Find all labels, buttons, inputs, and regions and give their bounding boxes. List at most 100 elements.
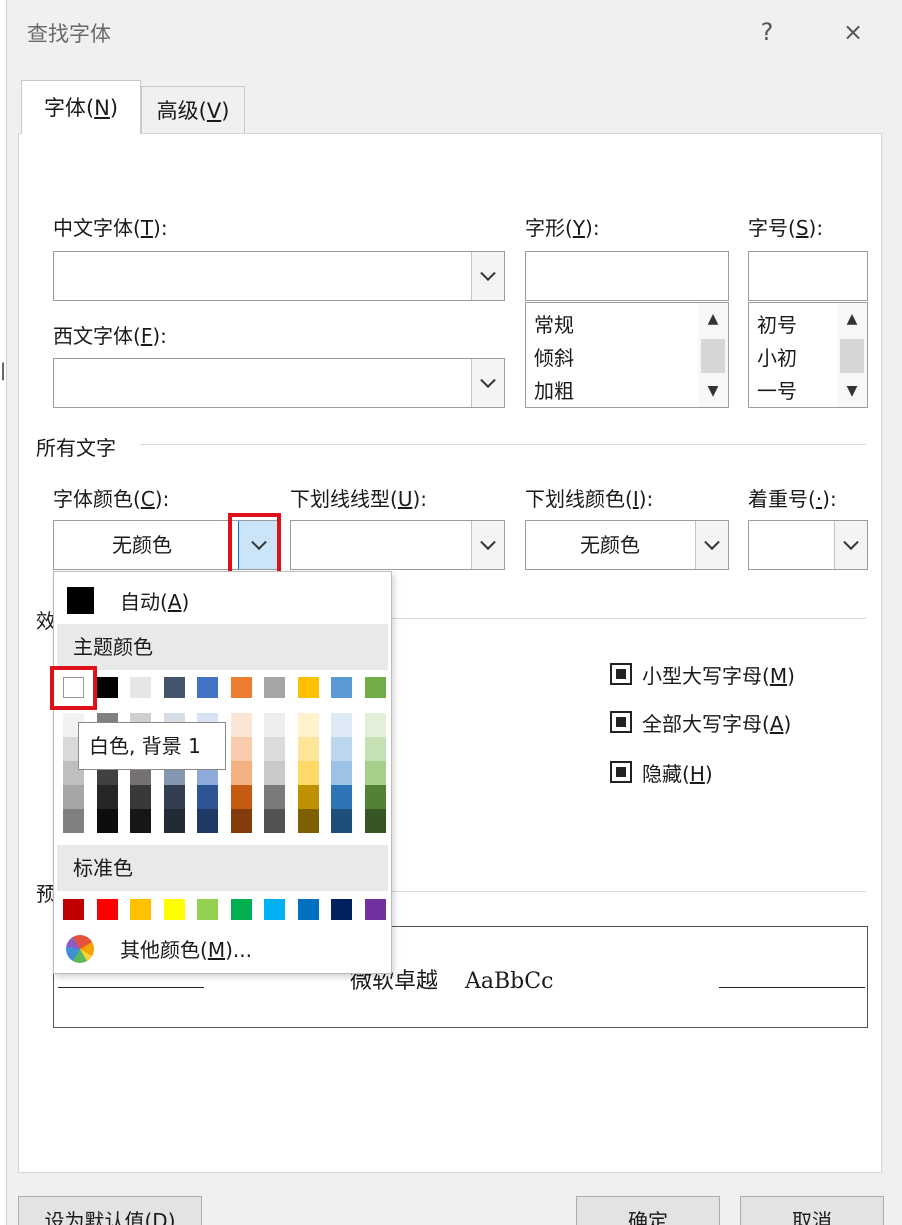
highlight-box <box>228 513 281 577</box>
help-button[interactable]: ? <box>747 12 787 52</box>
chevron-down-icon[interactable] <box>471 359 504 407</box>
theme-shade-swatch[interactable] <box>130 809 151 833</box>
theme-shade-swatch[interactable] <box>264 761 285 785</box>
theme-shade-swatch[interactable] <box>331 785 352 809</box>
scrollbar[interactable]: ▲ ▼ <box>698 303 728 407</box>
theme-shade-swatch[interactable] <box>230 809 252 833</box>
small-caps-checkbox[interactable] <box>610 663 632 685</box>
theme-color-swatch[interactable] <box>130 677 151 698</box>
theme-color-swatch[interactable] <box>264 677 285 698</box>
theme-shade-swatch[interactable] <box>197 809 218 833</box>
standard-color-swatch[interactable] <box>230 899 252 920</box>
scroll-up-icon[interactable]: ▲ <box>698 303 728 335</box>
standard-color-swatch[interactable] <box>163 899 185 920</box>
more-colors-option[interactable]: 其他颜色(M)... <box>120 934 252 963</box>
theme-shade-swatch[interactable] <box>364 737 386 761</box>
tab-font[interactable]: 字体(N) <box>21 80 141 134</box>
list-item[interactable]: 初号 <box>757 309 797 338</box>
cancel-button[interactable]: 取消 <box>740 1196 884 1225</box>
emphasis-mark-combo[interactable] <box>748 520 868 570</box>
chevron-down-icon[interactable] <box>471 521 504 569</box>
chinese-font-combo[interactable] <box>53 251 505 301</box>
scroll-up-icon[interactable]: ▲ <box>837 303 867 335</box>
theme-shade-swatch[interactable] <box>96 785 118 809</box>
list-item[interactable]: 加粗 <box>534 375 574 404</box>
theme-shade-swatch[interactable] <box>297 713 319 737</box>
theme-shade-swatch[interactable] <box>331 737 352 761</box>
theme-shade-swatch[interactable] <box>63 785 84 809</box>
theme-shade-swatch[interactable] <box>230 713 252 737</box>
theme-shade-swatch[interactable] <box>297 809 319 833</box>
theme-shade-swatch[interactable] <box>297 761 319 785</box>
theme-shade-swatch[interactable] <box>264 737 285 761</box>
theme-color-swatch[interactable] <box>297 677 319 698</box>
tab-font-label: 字体 <box>43 96 86 120</box>
font-size-input[interactable] <box>748 251 868 301</box>
standard-color-swatch[interactable] <box>96 899 118 920</box>
list-item[interactable]: 小初 <box>757 342 797 371</box>
standard-color-swatch[interactable] <box>331 899 352 920</box>
standard-color-swatch[interactable] <box>364 899 386 920</box>
font-style-input[interactable] <box>525 251 729 301</box>
theme-shade-swatch[interactable] <box>230 785 252 809</box>
theme-shade-swatch[interactable] <box>230 737 252 761</box>
scroll-thumb[interactable] <box>840 339 864 373</box>
theme-color-swatch[interactable] <box>197 677 218 698</box>
scroll-thumb[interactable] <box>701 339 725 373</box>
theme-color-swatch[interactable] <box>163 677 185 698</box>
chevron-down-icon[interactable] <box>834 521 867 569</box>
theme-shade-swatch[interactable] <box>297 785 319 809</box>
theme-shade-swatch[interactable] <box>63 809 84 833</box>
theme-shade-swatch[interactable] <box>264 785 285 809</box>
theme-shade-swatch[interactable] <box>331 809 352 833</box>
theme-shade-column <box>297 713 319 833</box>
scroll-down-icon[interactable]: ▼ <box>698 375 728 407</box>
theme-shade-swatch[interactable] <box>264 713 285 737</box>
theme-shade-swatch[interactable] <box>364 809 386 833</box>
scroll-down-icon[interactable]: ▼ <box>837 375 867 407</box>
theme-shade-swatch[interactable] <box>297 737 319 761</box>
western-font-value <box>54 359 470 407</box>
theme-shade-swatch[interactable] <box>364 713 386 737</box>
all-caps-checkbox[interactable] <box>610 711 632 733</box>
scrollbar[interactable]: ▲ ▼ <box>837 303 867 407</box>
auto-color-option[interactable]: 自动(A) <box>120 586 189 615</box>
theme-color-swatch[interactable] <box>230 677 252 698</box>
underline-color-combo[interactable]: 无颜色 <box>525 520 729 570</box>
standard-color-swatch[interactable] <box>63 899 84 920</box>
standard-color-swatch[interactable] <box>130 899 151 920</box>
list-item[interactable]: 倾斜 <box>534 342 574 371</box>
chevron-down-icon[interactable] <box>695 521 728 569</box>
font-style-list[interactable]: 常规 倾斜 加粗 ▲ ▼ <box>525 302 729 408</box>
ok-button[interactable]: 确定 <box>576 1196 720 1225</box>
western-font-combo[interactable] <box>53 358 505 408</box>
theme-shade-swatch[interactable] <box>163 785 185 809</box>
hidden-checkbox[interactable] <box>610 761 632 783</box>
theme-color-swatch[interactable] <box>331 677 352 698</box>
divider <box>392 618 866 619</box>
list-item[interactable]: 常规 <box>534 309 574 338</box>
font-size-list[interactable]: 初号 小初 一号 ▲ ▼ <box>748 302 868 408</box>
theme-color-swatch[interactable] <box>364 677 386 698</box>
theme-shade-swatch[interactable] <box>163 809 185 833</box>
close-button[interactable]: × <box>833 12 873 52</box>
tab-advanced[interactable]: 高级(V) <box>141 86 245 134</box>
theme-shade-swatch[interactable] <box>96 809 118 833</box>
chevron-down-icon[interactable] <box>471 252 504 300</box>
tab-advanced-key: V <box>206 99 222 123</box>
theme-shade-swatch[interactable] <box>230 761 252 785</box>
standard-color-swatch[interactable] <box>197 899 218 920</box>
theme-shade-swatch[interactable] <box>264 809 285 833</box>
theme-shade-swatch[interactable] <box>331 761 352 785</box>
theme-shade-swatch[interactable] <box>197 785 218 809</box>
underline-style-combo[interactable] <box>290 520 505 570</box>
theme-shade-swatch[interactable] <box>130 785 151 809</box>
theme-shade-swatch[interactable] <box>364 761 386 785</box>
theme-color-swatch[interactable] <box>96 677 118 698</box>
standard-color-swatch[interactable] <box>297 899 319 920</box>
theme-shade-swatch[interactable] <box>364 785 386 809</box>
theme-shade-swatch[interactable] <box>331 713 352 737</box>
set-default-button[interactable]: 设为默认值(D) <box>18 1196 202 1225</box>
standard-color-swatch[interactable] <box>264 899 285 920</box>
list-item[interactable]: 一号 <box>757 375 797 404</box>
